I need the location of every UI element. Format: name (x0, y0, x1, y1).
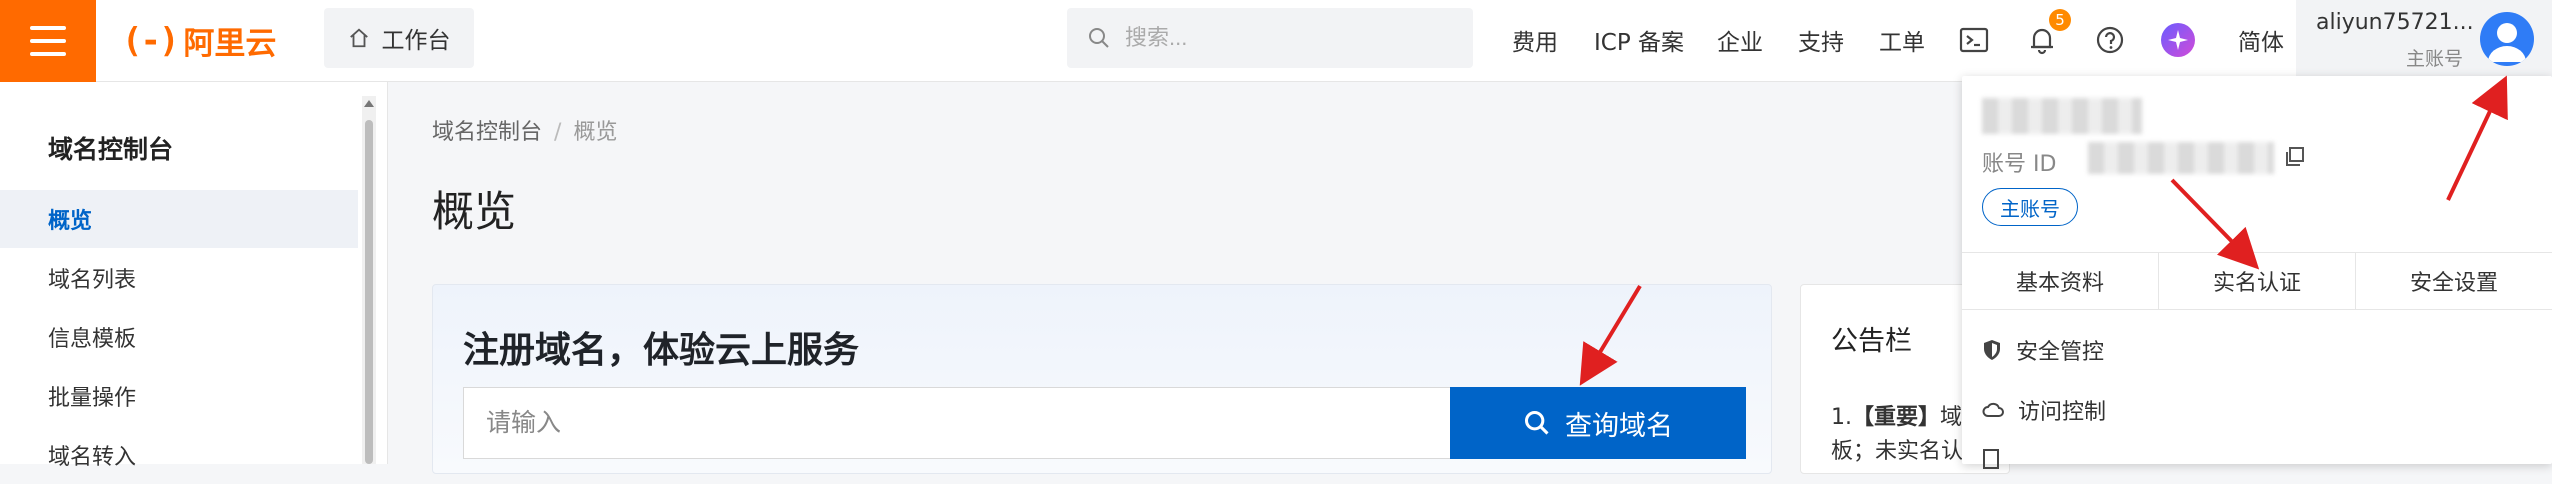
menu-item-access-control[interactable]: 访问控制 (1982, 394, 2106, 426)
scroll-thumb[interactable] (365, 120, 373, 464)
menu-item-label: 安全管控 (2016, 340, 2105, 365)
nav-fees[interactable]: 费用 (1512, 23, 1558, 57)
sidebar-item-label: 域名转入 (48, 445, 137, 470)
sidebar-item-label: 批量操作 (48, 386, 137, 411)
sidebar-item-label: 概览 (48, 209, 93, 234)
shield-icon (1984, 340, 2000, 360)
sidebar-title: 域名控制台 (48, 135, 174, 164)
domain-search-input[interactable] (463, 387, 1453, 459)
sidebar-scrollbar[interactable] (362, 96, 376, 464)
logo-mark: (-) (122, 20, 179, 61)
home-icon (349, 28, 368, 48)
user-account-menu[interactable]: aliyun75721... 主账号 (2296, 0, 2552, 82)
nav-icp-filing[interactable]: ICP 备案 (1594, 23, 1684, 57)
sidebar-item-domain-list[interactable]: 域名列表 (0, 249, 358, 307)
hero-title: 注册域名，体验云上服务 (463, 330, 860, 371)
breadcrumb-item-console[interactable]: 域名控制台 (432, 120, 542, 145)
terminal-icon[interactable] (1954, 20, 1994, 60)
hamburger-menu-button[interactable] (0, 0, 96, 82)
domain-register-card: 注册域名，体验云上服务 查询域名 (432, 284, 1772, 474)
search-icon (1089, 28, 1109, 48)
account-tabs: 基本资料 实名认证 安全设置 (1962, 252, 2552, 310)
notification-badge: 5 (2049, 9, 2071, 31)
language-switch[interactable]: 简体 (2238, 23, 2284, 57)
document-icon (1983, 449, 1999, 469)
sidebar-item-info-templates[interactable]: 信息模板 (0, 308, 358, 366)
workbench-label: 工作台 (381, 28, 451, 54)
sidebar-item-domain-transfer[interactable]: 域名转入 (0, 426, 358, 484)
breadcrumb-item-current: 概览 (573, 120, 618, 145)
tab-basic-info[interactable]: 基本资料 (1962, 253, 2159, 309)
sidebar: 域名控制台 概览 域名列表 信息模板 批量操作 域名转入 (0, 82, 388, 470)
breadcrumb: 域名控制台 / 概览 (432, 114, 617, 146)
sidebar-item-batch-operations[interactable]: 批量操作 (0, 367, 358, 425)
redacted-account-id (2088, 142, 2274, 174)
tab-real-name-verification[interactable]: 实名认证 (2159, 253, 2356, 309)
menu-item-label: 访问控制 (2018, 400, 2107, 425)
query-domain-label: 查询域名 (1565, 410, 1673, 441)
user-role: 主账号 (2406, 48, 2464, 70)
workbench-button[interactable]: 工作台 (324, 8, 474, 68)
tab-security-settings[interactable]: 安全设置 (2356, 253, 2552, 309)
query-domain-button[interactable]: 查询域名 (1450, 387, 1746, 459)
menu-line (30, 38, 66, 43)
user-name: aliyun75721... (2316, 10, 2474, 35)
ai-assistant-icon[interactable] (2158, 20, 2198, 60)
sidebar-item-overview[interactable]: 概览 (0, 190, 358, 248)
search-input[interactable] (1125, 25, 1425, 51)
nav-enterprise[interactable]: 企业 (1717, 23, 1763, 57)
cloud-icon (1982, 402, 2004, 417)
menu-line (30, 25, 66, 30)
account-dropdown-panel: 账号 ID 主账号 基本资料 实名认证 安全设置 安全管控 访问控制 (1962, 76, 2552, 469)
notice-line1-prefix: 1. (1831, 405, 1852, 430)
menu-item-security-control[interactable]: 安全管控 (1982, 334, 2104, 366)
aliyun-logo[interactable]: (-) 阿里云 (122, 0, 276, 82)
menu-line (30, 51, 66, 56)
copy-icon[interactable] (2284, 146, 2306, 172)
notice-line1-rest: 域 (1940, 405, 1963, 430)
search-icon (1524, 410, 1549, 435)
global-search[interactable] (1067, 8, 1473, 68)
nav-tickets[interactable]: 工单 (1879, 23, 1925, 57)
notice-important: 【重要】 (1852, 405, 1941, 430)
main-account-tag: 主账号 (1982, 188, 2078, 226)
nav-support[interactable]: 支持 (1798, 23, 1844, 57)
menu-item-partial[interactable] (1982, 448, 2000, 470)
page-title: 概览 (432, 187, 517, 236)
redacted-username (1982, 98, 2142, 134)
account-id-label: 账号 ID (1982, 152, 2057, 177)
scroll-up-icon[interactable] (362, 96, 376, 114)
sidebar-item-label: 域名列表 (48, 268, 137, 293)
breadcrumb-separator: / (554, 120, 562, 145)
notice-title: 公告栏 (1831, 326, 1912, 357)
logo-text: 阿里云 (183, 26, 277, 62)
notice-line2: 板；未实名认 (1831, 439, 1964, 464)
help-icon[interactable] (2090, 20, 2130, 60)
sidebar-item-label: 信息模板 (48, 327, 137, 352)
avatar[interactable] (2480, 12, 2534, 66)
